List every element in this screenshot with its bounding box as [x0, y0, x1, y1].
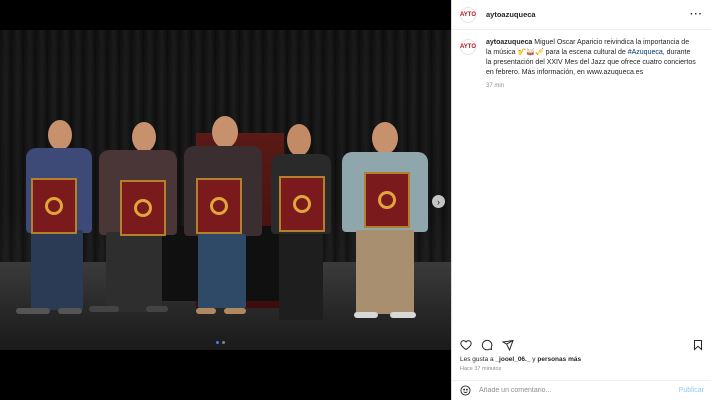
- person-3: [180, 116, 264, 322]
- poster: [31, 178, 77, 234]
- liker-username[interactable]: _jooel_06._: [495, 356, 530, 363]
- carousel-dot: [222, 341, 225, 344]
- person-1: [16, 120, 98, 320]
- carousel-dot-active: [216, 341, 219, 344]
- post-header: AYTO aytoazuqueca ···: [452, 0, 711, 30]
- chevron-right-icon: ›: [437, 196, 440, 207]
- likes-text: Les gusta a _jooel_06._ y personas más: [460, 356, 582, 363]
- poster: [364, 172, 410, 228]
- person-2: [89, 122, 178, 320]
- others-link[interactable]: personas más: [537, 356, 581, 363]
- caption-timestamp: 37 min: [486, 83, 505, 89]
- poster: [279, 176, 325, 232]
- poster: [120, 180, 166, 236]
- emoji-icon[interactable]: [460, 385, 471, 396]
- caption-username[interactable]: aytoazuqueca: [486, 39, 532, 46]
- username-link[interactable]: aytoazuqueca: [486, 10, 536, 19]
- post-media[interactable]: ›: [0, 0, 451, 400]
- more-options-button[interactable]: ···: [690, 9, 703, 20]
- comment-bar: Publicar: [452, 380, 711, 400]
- post-actions: [452, 336, 711, 354]
- share-icon[interactable]: [502, 339, 514, 351]
- caption: aytoazuqueca Miguel Oscar Aparicio reivi…: [486, 38, 696, 91]
- person-4: [265, 124, 337, 324]
- comment-input[interactable]: [479, 387, 679, 394]
- publish-button[interactable]: Publicar: [679, 387, 704, 394]
- comment-icon[interactable]: [481, 339, 493, 351]
- hashtag-link[interactable]: #Azuqueca: [628, 49, 663, 56]
- avatar[interactable]: AYTO: [460, 6, 476, 23]
- carousel-indicator: [216, 341, 225, 344]
- post-side-panel: AYTO aytoazuqueca ··· AYTO aytoazuqueca …: [451, 0, 711, 400]
- next-image-button[interactable]: ›: [432, 195, 445, 208]
- avatar[interactable]: AYTO: [460, 39, 476, 55]
- post-time-ago: Hace 37 minutos: [460, 366, 502, 372]
- heart-icon[interactable]: [460, 339, 472, 351]
- person-5: [336, 122, 432, 328]
- bookmark-icon[interactable]: [692, 339, 704, 351]
- poster: [196, 178, 242, 234]
- caption-row: AYTO aytoazuqueca Miguel Oscar Aparicio …: [452, 30, 711, 91]
